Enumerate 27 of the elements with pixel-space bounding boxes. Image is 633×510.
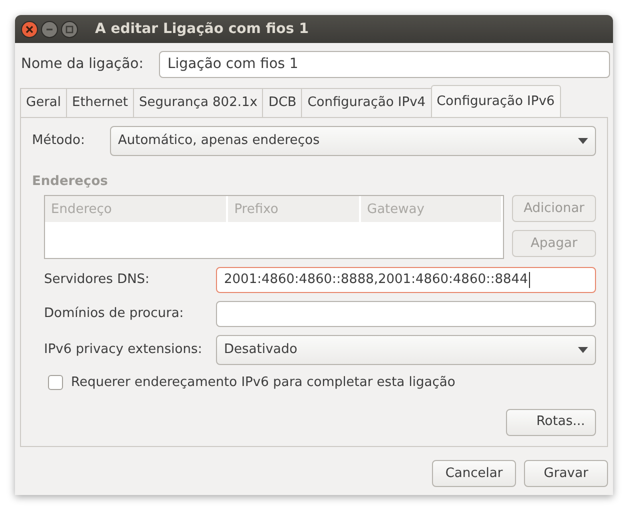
field-label: IPv6 privacy extensions: <box>44 341 204 360</box>
field-label: Servidores DNS: <box>44 271 150 290</box>
field-label: Método: <box>32 132 86 150</box>
column-header: Gateway <box>361 196 503 222</box>
column-header: Endereço <box>45 196 228 222</box>
section-heading: Endereços <box>32 172 109 190</box>
dropdown-arrow-icon <box>578 347 588 353</box>
close-icon[interactable] <box>21 20 38 38</box>
tab[interactable]: Configuração IPv6 <box>430 85 561 116</box>
dropdown[interactable]: Desativado <box>216 335 596 365</box>
field-label: Domínios de procura: <box>44 305 185 324</box>
input-field[interactable] <box>216 301 596 327</box>
dropdown-arrow-icon <box>578 138 588 144</box>
input-field[interactable]: 2001:4860:4860::8888,2001:4860:4860::8844 <box>216 267 596 293</box>
routes-button[interactable]: Rotas... <box>506 408 596 436</box>
save-button[interactable]: Gravar <box>524 460 608 487</box>
field-label: Nome da ligação: <box>20 55 144 74</box>
column-header: Prefixo <box>228 196 361 222</box>
maximize-icon[interactable] <box>61 20 78 38</box>
method-dropdown[interactable]: Automático, apenas endereços <box>110 126 596 156</box>
checkbox-label: Requerer endereçamento IPv6 para completar esta ligação <box>71 374 456 392</box>
tab[interactable]: Geral <box>20 88 67 116</box>
connection-name-field[interactable]: Ligação com fios 1 <box>159 51 610 78</box>
minimize-icon[interactable] <box>41 20 58 38</box>
checkbox[interactable] <box>48 375 63 390</box>
window-title: A editar Ligação com fios 1 <box>95 20 309 38</box>
cancel-button[interactable]: Cancelar <box>432 460 516 487</box>
